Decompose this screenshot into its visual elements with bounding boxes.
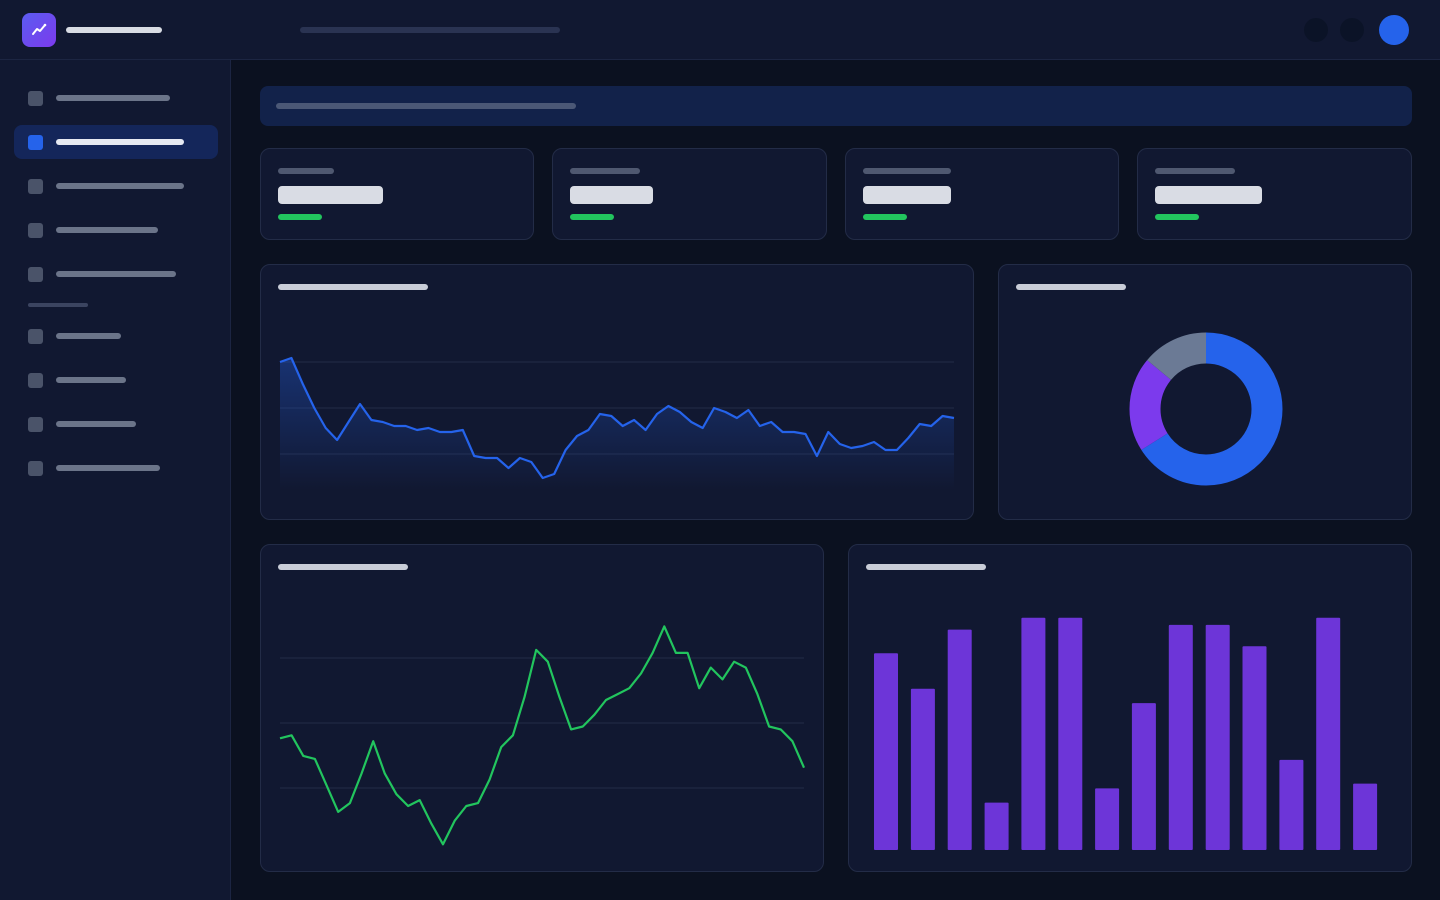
- stat-label: [570, 168, 640, 174]
- square-icon: [28, 461, 43, 476]
- stat-card-3: [845, 148, 1119, 240]
- line-series: [279, 625, 806, 846]
- settings-icon[interactable]: [1340, 18, 1364, 42]
- square-icon: [28, 373, 43, 388]
- stat-label: [278, 168, 334, 174]
- square-icon: [28, 223, 43, 238]
- sidebar-section-heading: [28, 303, 88, 307]
- bar-1: [874, 653, 898, 850]
- stat-card-2: [552, 148, 827, 240]
- stat-delta: [863, 214, 907, 220]
- notifications-icon[interactable]: [1304, 18, 1328, 42]
- square-icon: [28, 135, 43, 150]
- sidebar-item-6[interactable]: [14, 319, 218, 353]
- stat-card-4: [1137, 148, 1412, 240]
- bar-5: [1021, 617, 1046, 850]
- search-field[interactable]: [300, 27, 560, 33]
- donut-chart: [1129, 332, 1283, 486]
- bar-7: [1095, 788, 1120, 850]
- square-icon: [28, 267, 43, 282]
- donut-chart-panel: [998, 264, 1412, 520]
- stat-card-1: [260, 148, 534, 240]
- sidebar-item-label: [56, 271, 176, 277]
- sidebar-item-3[interactable]: [14, 169, 218, 203]
- sidebar-item-7[interactable]: [14, 363, 218, 397]
- top-bar: [0, 0, 1440, 60]
- bar-6: [1058, 617, 1083, 850]
- square-icon: [28, 417, 43, 432]
- page-banner: [260, 86, 1412, 126]
- square-icon: [28, 329, 43, 344]
- sidebar-item-label: [56, 465, 160, 471]
- line-chart-panel: [260, 544, 824, 872]
- banner-text-placeholder: [276, 103, 576, 109]
- sidebar-item-2-active[interactable]: [14, 125, 218, 159]
- bar-10: [1205, 624, 1230, 850]
- bar-3: [947, 629, 972, 850]
- sidebar-item-1[interactable]: [14, 81, 218, 115]
- stat-delta: [570, 214, 614, 220]
- bar-chart-panel: [848, 544, 1412, 872]
- square-icon: [28, 179, 43, 194]
- sidebar-item-label: [56, 227, 158, 233]
- bar-9: [1168, 624, 1193, 850]
- stat-value: [1155, 186, 1262, 204]
- area-chart-panel: [260, 264, 974, 520]
- sidebar-item-8[interactable]: [14, 407, 218, 441]
- bar-14: [1353, 783, 1378, 850]
- app-name-placeholder: [66, 27, 162, 33]
- area-chart: [279, 356, 955, 490]
- bar-4: [984, 802, 1009, 850]
- sidebar: [0, 60, 231, 900]
- bar-13: [1316, 617, 1341, 850]
- sidebar-item-label: [56, 421, 136, 427]
- square-icon: [28, 91, 43, 106]
- stat-label: [863, 168, 951, 174]
- sidebar-item-9[interactable]: [14, 451, 218, 485]
- stat-value: [863, 186, 951, 204]
- bar-chart: [874, 617, 1378, 850]
- area-fill: [280, 358, 954, 490]
- stat-value: [278, 186, 383, 204]
- sidebar-item-label: [56, 95, 170, 101]
- line-chart: [279, 625, 806, 846]
- bar-8: [1131, 703, 1156, 850]
- app-logo[interactable]: [22, 13, 56, 47]
- sidebar-item-label: [56, 139, 184, 145]
- stat-delta: [1155, 214, 1199, 220]
- sidebar-item-5[interactable]: [14, 257, 218, 291]
- sidebar-item-4[interactable]: [14, 213, 218, 247]
- sidebar-item-label: [56, 183, 184, 189]
- stat-label: [1155, 168, 1235, 174]
- stat-delta: [278, 214, 322, 220]
- bar-11: [1242, 646, 1267, 850]
- trend-line-icon: [32, 23, 47, 35]
- sidebar-item-label: [56, 377, 126, 383]
- bar-12: [1279, 759, 1304, 850]
- stat-value: [570, 186, 653, 204]
- avatar[interactable]: [1379, 15, 1409, 45]
- bar-2: [910, 688, 935, 850]
- sidebar-item-label: [56, 333, 121, 339]
